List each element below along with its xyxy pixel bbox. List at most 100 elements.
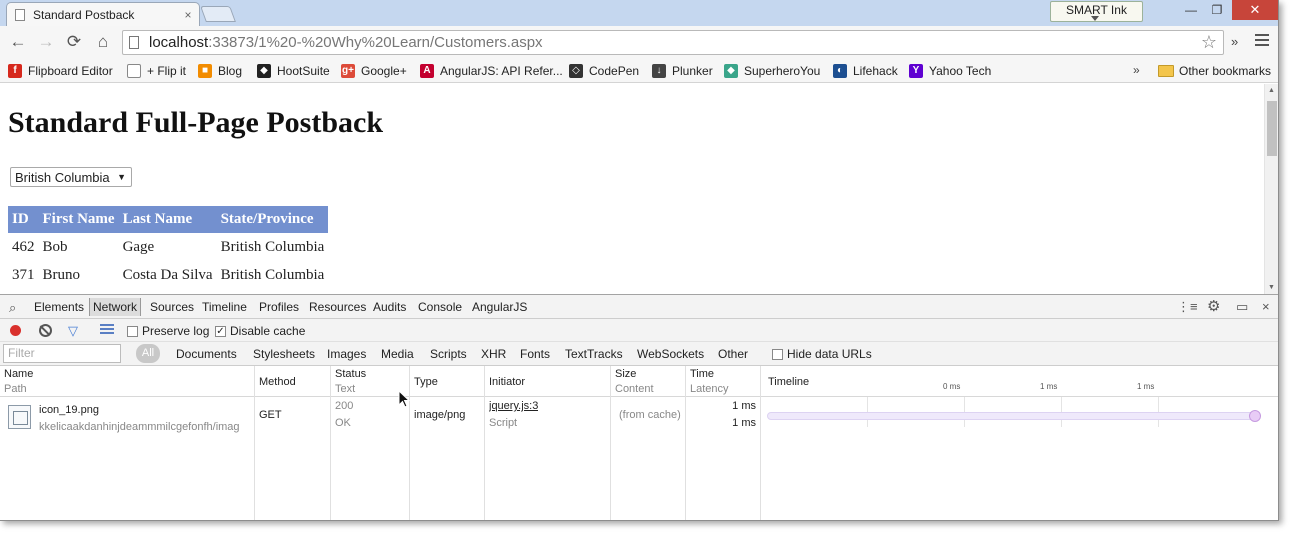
filter-input[interactable]: Filter — [3, 344, 121, 363]
network-requests-table: Name Path icon_19.png kkelicaakdanhinjde… — [0, 366, 1278, 520]
home-button[interactable]: ⌂ — [93, 32, 113, 52]
browser-tab[interactable]: Standard Postback × — [6, 2, 200, 26]
minimize-button[interactable]: — — [1178, 0, 1204, 20]
tab-audits[interactable]: Audits — [373, 300, 406, 314]
timeline-tick-label: 0 ms — [943, 382, 961, 391]
table-header-row: ID First Name Last Name State/Province — [8, 206, 329, 233]
large-rows-icon[interactable] — [100, 324, 114, 336]
filter-xhr[interactable]: XHR — [481, 347, 506, 361]
header-name-sub: Path — [4, 383, 27, 395]
table-row: 371 Bruno Costa Da Silva British Columbi… — [8, 261, 328, 289]
page-info-icon[interactable] — [129, 36, 139, 49]
header-status-sub: Text — [335, 383, 356, 395]
cell-id: 371 — [12, 266, 35, 283]
province-dropdown[interactable]: British Columbia ▼ — [10, 167, 132, 187]
filter-other[interactable]: Other — [718, 347, 748, 361]
scroll-down-icon[interactable]: ▼ — [1268, 284, 1275, 291]
filter-fonts[interactable]: Fonts — [520, 347, 550, 361]
inspect-search-icon[interactable]: ⌕ — [9, 300, 16, 316]
column-header-last-name: Last Name — [118, 206, 217, 233]
url-path: :33873/1%20-%20Why%20Learn/Customers.asp… — [208, 34, 543, 51]
cell-first-name: Bob — [42, 238, 68, 255]
filter-scripts[interactable]: Scripts — [430, 347, 467, 361]
cell-id: 462 — [12, 238, 35, 255]
bookmarks-overflow-icon[interactable]: » — [1133, 63, 1140, 77]
header-timeline[interactable]: Timeline 0 ms 1 ms 1 ms — [761, 366, 1278, 397]
tab-angularjs[interactable]: AngularJS — [472, 300, 527, 314]
tab-elements[interactable]: Elements — [34, 300, 84, 314]
bookmark-label: Blog — [218, 64, 243, 78]
tab-console[interactable]: Console — [418, 300, 462, 314]
filter-images[interactable]: Images — [327, 347, 366, 361]
preserve-log-box[interactable] — [127, 325, 138, 337]
tab-network[interactable]: Network — [89, 298, 142, 316]
bookmark-blog[interactable]: ■ Blog — [198, 62, 242, 80]
header-time[interactable]: Time Latency — [686, 366, 760, 397]
clear-icon[interactable] — [39, 324, 52, 337]
header-size-sub: Content — [615, 383, 654, 395]
bookmark-google[interactable]: g+ Google+ — [341, 62, 407, 80]
filter-all-button[interactable]: All — [136, 344, 160, 363]
filter-texttracks[interactable]: TextTracks — [565, 347, 623, 361]
address-bar[interactable]: localhost:33873/1%20-%20Why%20Learn/Cust… — [122, 30, 1224, 55]
bookmark-superheroyou[interactable]: ◆ SuperheroYou — [724, 62, 820, 80]
province-dropdown-value: British Columbia — [15, 169, 110, 185]
close-window-button[interactable]: ✕ — [1232, 0, 1278, 20]
filter-websockets[interactable]: WebSockets — [637, 347, 704, 361]
maximize-button[interactable]: ❐ — [1204, 0, 1230, 20]
request-path: kkelicaakdanhinjdeammmilcgefonfh/imag — [39, 421, 240, 433]
new-tab-button[interactable] — [200, 6, 236, 22]
scroll-up-icon[interactable]: ▲ — [1268, 87, 1275, 94]
tab-timeline[interactable]: Timeline — [202, 300, 247, 314]
header-initiator[interactable]: Initiator — [485, 366, 610, 397]
bookmark-flip-it[interactable]: + Flip it — [127, 62, 186, 80]
extensions-overflow-icon[interactable]: » — [1231, 34, 1238, 49]
bookmark-star-icon[interactable]: ☆ — [1201, 32, 1217, 53]
bookmark-angularjs-api-refer[interactable]: A AngularJS: API Refer... — [420, 62, 563, 80]
tab-resources[interactable]: Resources — [309, 300, 366, 314]
header-method[interactable]: Method — [255, 366, 330, 397]
forward-button[interactable]: → — [36, 32, 56, 52]
hide-data-urls-box[interactable] — [772, 348, 783, 360]
filter-media[interactable]: Media — [381, 347, 414, 361]
filter-documents[interactable]: Documents — [176, 347, 237, 361]
scrollbar-thumb[interactable] — [1267, 101, 1277, 156]
back-button[interactable]: ← — [8, 32, 28, 52]
bookmark-codepen[interactable]: ◇ CodePen — [569, 62, 639, 80]
disable-cache-box[interactable]: ✓ — [215, 325, 226, 337]
header-name[interactable]: Name Path — [0, 366, 254, 397]
request-row-name[interactable]: icon_19.png kkelicaakdanhinjdeammmilcgef… — [0, 397, 254, 437]
request-timeline-bar[interactable] — [767, 412, 1259, 420]
menu-icon[interactable] — [1255, 34, 1269, 48]
plunker-icon: ↓ — [652, 64, 666, 78]
settings-gear-icon[interactable]: ⚙ — [1207, 297, 1220, 315]
bookmark-flipboard-editor[interactable]: f Flipboard Editor — [8, 62, 113, 80]
record-icon[interactable] — [10, 325, 21, 336]
page-scrollbar[interactable]: ▲ ▼ — [1264, 84, 1278, 294]
cell-state-province: British Columbia — [220, 238, 325, 255]
drawer-toggle-icon[interactable]: ⋮≡ — [1177, 299, 1198, 315]
smart-ink-widget[interactable]: SMART Ink — [1050, 1, 1143, 22]
bookmark-yahoo-tech[interactable]: Y Yahoo Tech — [909, 62, 991, 80]
bookmark-lifehack[interactable]: ◐ Lifehack — [833, 62, 898, 80]
other-bookmarks[interactable]: Other bookmarks — [1158, 62, 1271, 80]
request-status: 200 — [335, 400, 354, 412]
header-size[interactable]: Size Content — [611, 366, 685, 397]
devtools-close-icon[interactable]: × — [1262, 299, 1270, 314]
lifehack-icon: ◐ — [833, 64, 847, 78]
preserve-log-checkbox[interactable]: Preserve log — [127, 324, 209, 338]
network-toolbar: ▽ Preserve log ✓ Disable cache — [0, 319, 1278, 342]
bookmark-hootsuite[interactable]: ◆ HootSuite — [257, 62, 330, 80]
hide-data-urls-checkbox[interactable]: Hide data URLs — [772, 347, 872, 361]
tab-profiles[interactable]: Profiles — [259, 300, 299, 314]
disable-cache-checkbox[interactable]: ✓ Disable cache — [215, 324, 305, 338]
bookmark-plunker[interactable]: ↓ Plunker — [652, 62, 713, 80]
dock-icon[interactable]: ▭ — [1236, 299, 1248, 315]
filter-stylesheets[interactable]: Stylesheets — [253, 347, 315, 361]
tab-sources[interactable]: Sources — [150, 300, 194, 314]
tab-close-icon[interactable]: × — [181, 8, 195, 22]
reload-button[interactable]: ⟳ — [64, 32, 84, 52]
header-type[interactable]: Type — [410, 366, 484, 397]
filter-funnel-icon[interactable]: ▽ — [68, 323, 78, 339]
initiator-link[interactable]: jquery.js:3 — [489, 400, 538, 412]
